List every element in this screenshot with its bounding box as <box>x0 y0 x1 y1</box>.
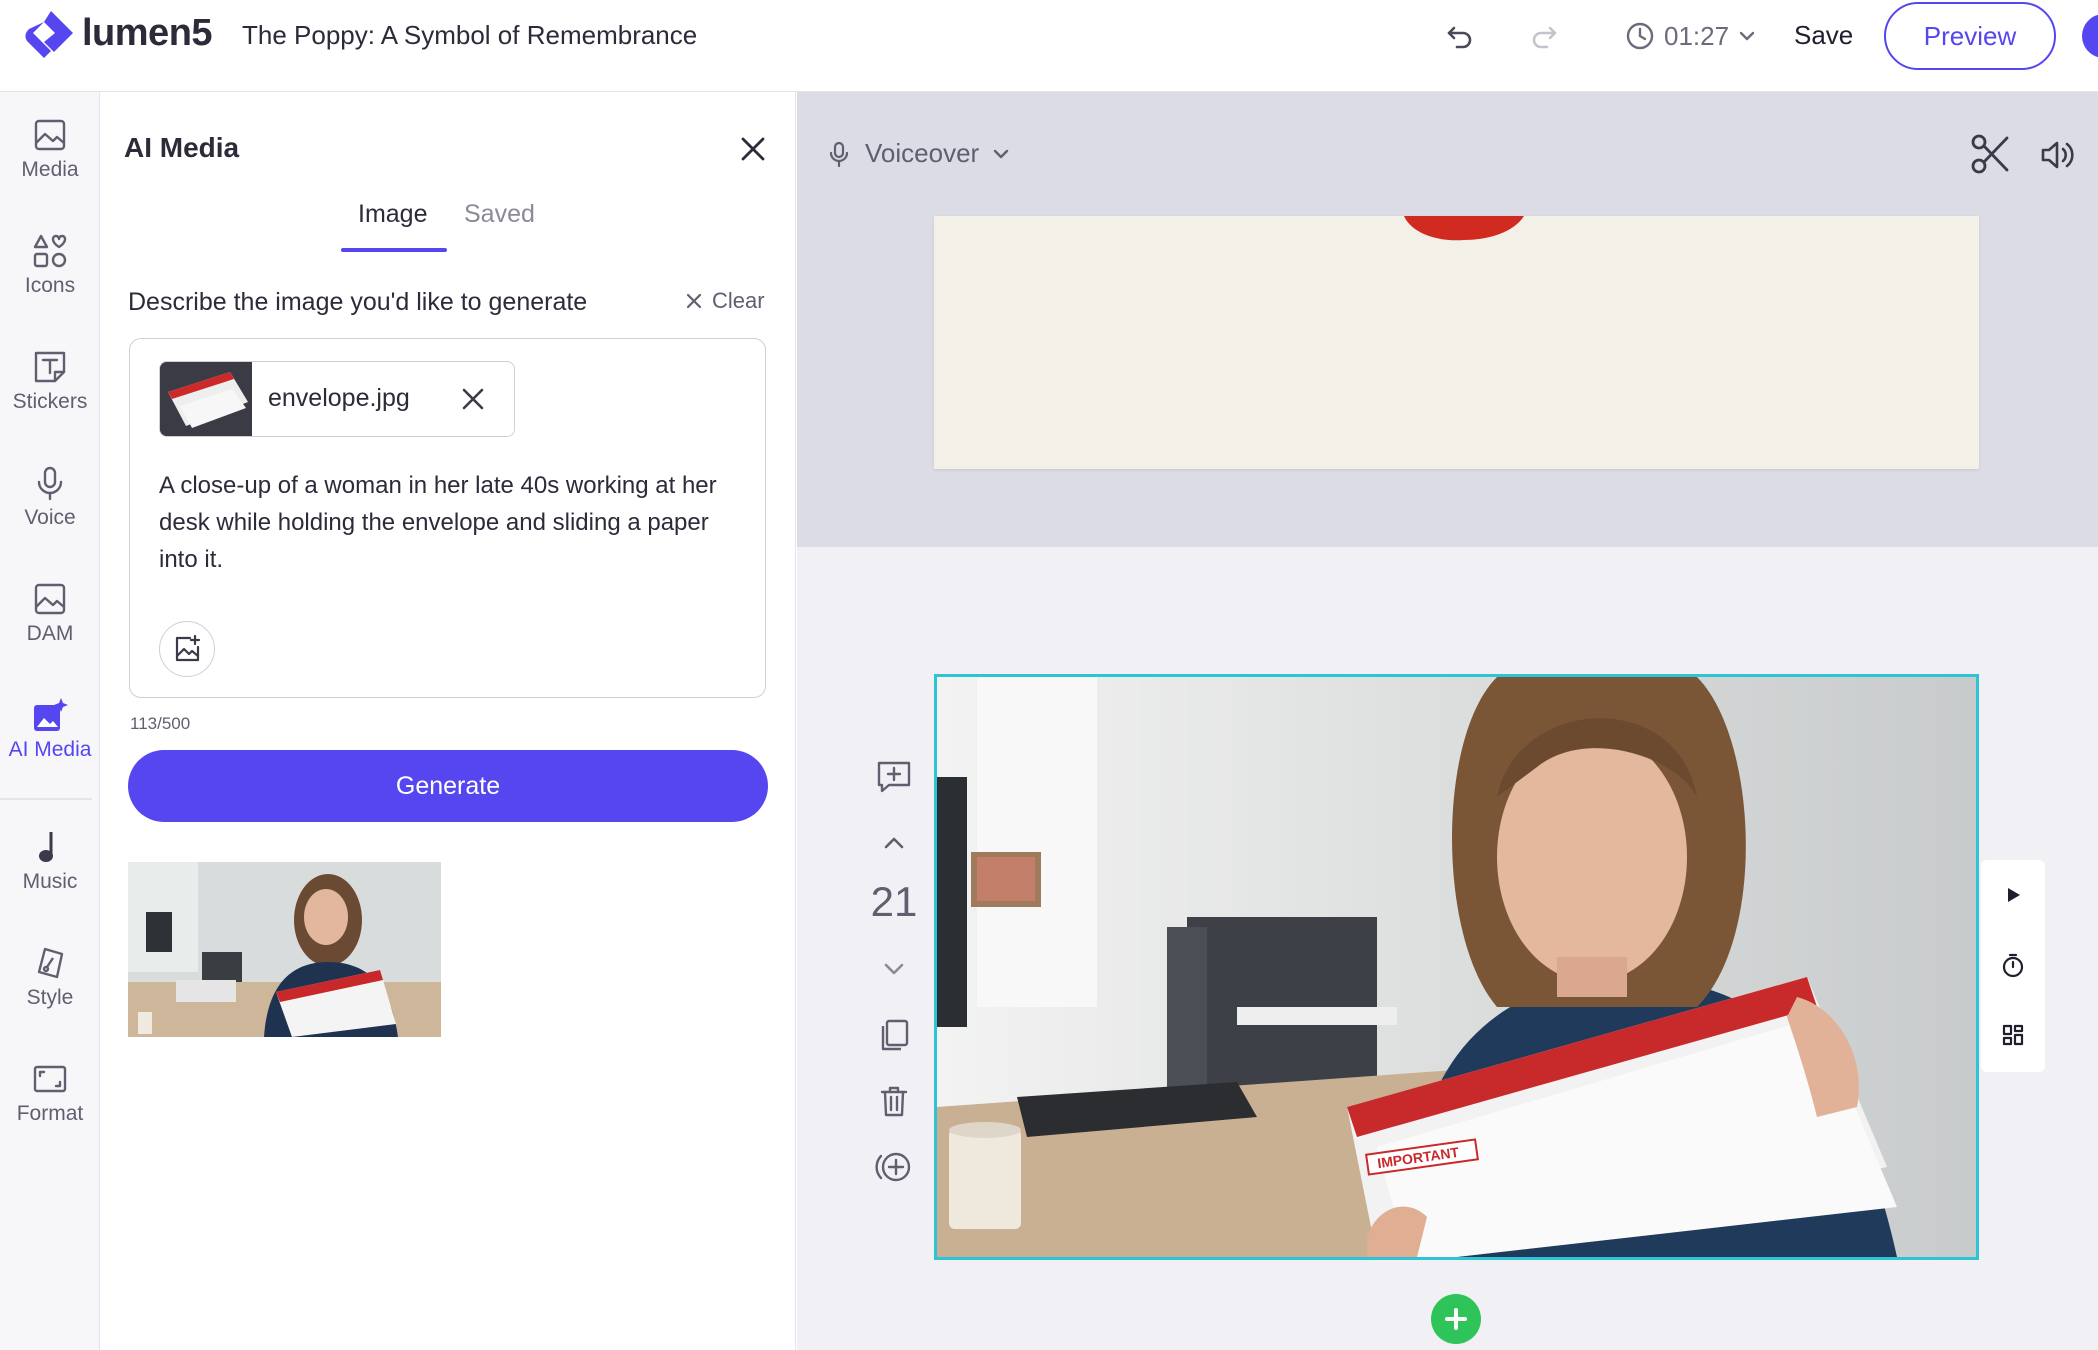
scene-number: 21 <box>870 878 918 925</box>
redo-icon <box>1532 26 1557 49</box>
attachment-file-name: envelope.jpg <box>268 384 410 412</box>
plus-icon <box>1445 1308 1467 1330</box>
microphone-icon <box>37 466 63 501</box>
attachment-thumbnail <box>160 362 252 436</box>
active-tab-indicator <box>341 248 447 252</box>
poppy-petal-image <box>1404 216 1524 241</box>
remove-attachment-icon[interactable] <box>458 384 488 414</box>
duplicate-scene-button[interactable] <box>869 1010 919 1060</box>
character-count: 113/500 <box>130 714 191 733</box>
trash-icon <box>880 1086 908 1117</box>
account-avatar[interactable] <box>2082 14 2098 58</box>
undo-icon <box>1447 26 1472 49</box>
rail-item-dam[interactable]: DAM <box>0 580 100 670</box>
top-bar: lumen5 The Poppy: A Symbol of Remembranc… <box>0 0 2098 92</box>
storyboard-canvas: Voiceover 21 IMPORTANT <box>797 92 2098 1350</box>
add-image-icon <box>175 634 201 662</box>
prompt-text[interactable]: A close-up of a woman in her late 40s wo… <box>159 467 749 578</box>
tab-image[interactable]: Image <box>358 200 427 229</box>
rail-item-media[interactable]: Media <box>0 116 100 206</box>
rail-label: Music <box>22 870 78 893</box>
rail-item-icons[interactable]: Icons <box>0 232 100 322</box>
brush-icon <box>37 947 64 979</box>
rail-label: Stickers <box>12 390 88 413</box>
delete-scene-button[interactable] <box>869 1076 919 1126</box>
add-circle-icon <box>875 1152 911 1182</box>
undo-button[interactable] <box>1442 18 1478 54</box>
move-scene-down-button[interactable] <box>869 944 919 994</box>
music-note-icon <box>39 832 53 862</box>
chevron-down-icon <box>884 963 904 975</box>
rail-label: Style <box>26 986 74 1009</box>
add-text-button[interactable] <box>869 752 919 802</box>
rail-label: Media <box>21 158 79 181</box>
left-toolbar: Media Icons Stickers Voice DAM AI Media <box>0 92 100 1350</box>
clear-button[interactable]: Clear <box>684 288 765 314</box>
scene-image: IMPORTANT <box>937 677 1976 1257</box>
rail-label: AI Media <box>8 738 92 761</box>
rail-item-voice[interactable]: Voice <box>0 464 100 554</box>
rail-item-format[interactable]: Format <box>0 1060 100 1150</box>
rail-item-music[interactable]: Music <box>0 828 100 918</box>
panel-title: AI Media <box>124 132 240 163</box>
text-sticker-icon <box>34 351 66 383</box>
attachment-chip: envelope.jpg <box>159 361 515 437</box>
scene-layout-button[interactable] <box>1981 1000 2045 1070</box>
generated-image-result[interactable] <box>128 862 441 1037</box>
ai-media-panel: AI Media Image Saved Describe the image … <box>100 92 796 1350</box>
add-reference-image-button[interactable] <box>159 621 215 677</box>
microphone-icon <box>829 141 849 167</box>
aspect-ratio-icon <box>33 1065 67 1093</box>
chevron-up-icon <box>884 837 904 849</box>
voiceover-label: Voiceover <box>865 138 980 168</box>
scene-duration-button[interactable] <box>1981 930 2045 1000</box>
ai-image-icon <box>34 698 68 731</box>
rail-label: Format <box>16 1102 84 1125</box>
previous-scene: Voiceover <box>797 92 2098 547</box>
duration-value: 01:27 <box>1664 20 1730 51</box>
layout-grid-icon <box>2002 1024 2024 1046</box>
volume-icon[interactable] <box>2039 136 2077 174</box>
save-button[interactable]: Save <box>1794 20 1853 51</box>
duration-dropdown[interactable]: 01:27 <box>1624 16 1757 56</box>
copy-icon <box>881 1019 909 1051</box>
close-icon <box>686 293 702 309</box>
image-icon <box>34 119 66 151</box>
prompt-input[interactable]: envelope.jpg A close-up of a woman in he… <box>129 338 766 698</box>
add-scene-media-button[interactable] <box>869 1142 919 1192</box>
lumen5-logo-icon[interactable] <box>24 8 78 62</box>
current-scene-card[interactable]: IMPORTANT <box>934 674 1979 1260</box>
previous-scene-card[interactable] <box>934 216 1979 469</box>
rail-item-stickers[interactable]: Stickers <box>0 348 100 438</box>
tab-saved[interactable]: Saved <box>464 200 535 229</box>
chevron-down-icon <box>993 149 1009 158</box>
scissors-icon[interactable] <box>1969 132 2013 176</box>
preview-button[interactable]: Preview <box>1884 2 2056 70</box>
rail-label: Voice <box>24 506 76 529</box>
stopwatch-icon <box>2002 953 2024 978</box>
redo-button[interactable] <box>1526 18 1562 54</box>
clock-icon <box>1626 22 1654 50</box>
rail-item-ai-media[interactable]: AI Media <box>0 696 100 786</box>
document-title[interactable]: The Poppy: A Symbol of Remembrance <box>242 20 697 51</box>
chevron-down-icon <box>1739 31 1755 41</box>
play-icon <box>2008 888 2020 902</box>
shapes-icon <box>33 234 67 268</box>
voiceover-dropdown[interactable]: Voiceover <box>825 138 1011 169</box>
rail-divider <box>0 798 92 800</box>
rail-label: Icons <box>24 274 76 297</box>
rail-item-style[interactable]: Style <box>0 944 100 1034</box>
play-scene-button[interactable] <box>1981 860 2045 930</box>
clear-label: Clear <box>712 288 765 313</box>
scene-side-actions <box>1981 860 2045 1072</box>
brand-name[interactable]: lumen5 <box>82 12 213 55</box>
add-scene-button[interactable] <box>1431 1294 1481 1344</box>
image-icon <box>34 583 66 615</box>
generate-button[interactable]: Generate <box>128 750 768 822</box>
add-text-box-icon <box>877 761 911 793</box>
rail-label: DAM <box>26 622 74 645</box>
prompt-label: Describe the image you'd like to generat… <box>128 288 588 316</box>
move-scene-up-button[interactable] <box>869 818 919 868</box>
close-icon[interactable] <box>736 132 770 166</box>
